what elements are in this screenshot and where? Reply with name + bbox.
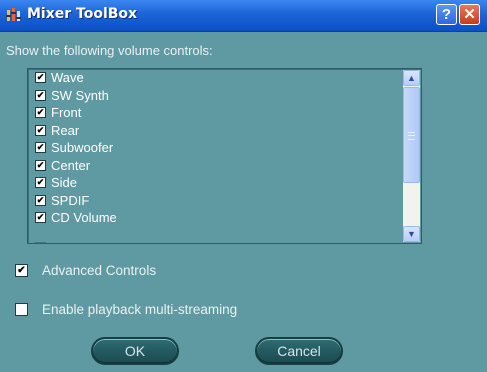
window-title: Mixer ToolBox (27, 6, 138, 22)
checkbox-icon[interactable]: ✔ (35, 177, 46, 189)
checkbox-icon[interactable]: ✔ (35, 142, 46, 154)
volume-controls-list[interactable]: ✔ Wave ✔ SW Synth ✔ Front ✔ Rear ✔ Subwoofer ✔ Cent… (27, 68, 422, 244)
volume-control-item[interactable]: ✔ Front (28, 104, 117, 122)
checkbox-icon[interactable]: ✔ (35, 159, 46, 171)
volume-control-label: CD Volume (51, 210, 117, 226)
volume-control-item[interactable]: ✔ Center (28, 157, 117, 175)
volume-control-label: Front (51, 105, 82, 121)
volume-control-item[interactable]: ✔ SPDIF (28, 192, 117, 210)
mixer-app-icon (6, 8, 21, 21)
volume-control-label: SPDIF (51, 192, 90, 208)
volume-control-label: Side (51, 175, 78, 191)
volume-control-label: Center (51, 157, 91, 173)
cancel-button[interactable]: Cancel (255, 337, 343, 365)
checkbox-icon[interactable]: ✔ (35, 194, 46, 206)
checkbox-icon[interactable]: ✔ (35, 72, 46, 84)
close-button[interactable]: ✕ (459, 4, 480, 25)
multistream-checkbox[interactable] (15, 303, 28, 316)
volume-control-item[interactable]: ✔ CD Volume (28, 209, 117, 227)
volume-control-item[interactable]: ✔ SW Synth (28, 87, 117, 105)
advanced-controls-checkbox[interactable]: ✔ (15, 264, 28, 277)
checkbox-icon[interactable]: ✔ (35, 212, 46, 224)
scroll-thumb[interactable] (403, 87, 420, 183)
volume-control-item[interactable]: ✔ Side (28, 174, 117, 192)
list-scrollbar[interactable]: ▲ ▼ (403, 70, 420, 242)
scroll-up-arrow-icon[interactable]: ▲ (403, 70, 420, 86)
scroll-down-arrow-icon[interactable]: ▼ (403, 226, 420, 242)
volume-control-item[interactable]: ✔ Rear (28, 122, 117, 140)
checkbox-icon[interactable]: ✔ (35, 107, 46, 119)
advanced-controls-option[interactable]: ✔ Advanced Controls (15, 263, 156, 278)
volume-control-label: SW Synth (51, 87, 109, 103)
multistream-option[interactable]: Enable playback multi-streaming (15, 302, 237, 317)
prompt-label: Show the following volume controls: (6, 43, 213, 58)
advanced-controls-label: Advanced Controls (42, 263, 157, 278)
list-item-partial (28, 239, 51, 243)
help-button[interactable]: ? (436, 4, 457, 25)
checkbox-icon[interactable]: ✔ (35, 124, 46, 136)
multistream-label: Enable playback multi-streaming (42, 302, 238, 317)
checkbox-icon[interactable]: ✔ (35, 89, 46, 101)
title-bar[interactable]: Mixer ToolBox ? ✕ (0, 0, 487, 32)
volume-control-item[interactable]: ✔ Wave (28, 69, 117, 87)
volume-control-label: Subwoofer (51, 140, 114, 156)
volume-control-label: Rear (51, 122, 80, 138)
volume-control-label: Wave (51, 70, 84, 86)
ok-button[interactable]: OK (91, 337, 179, 365)
volume-control-item[interactable]: ✔ Subwoofer (28, 139, 117, 157)
